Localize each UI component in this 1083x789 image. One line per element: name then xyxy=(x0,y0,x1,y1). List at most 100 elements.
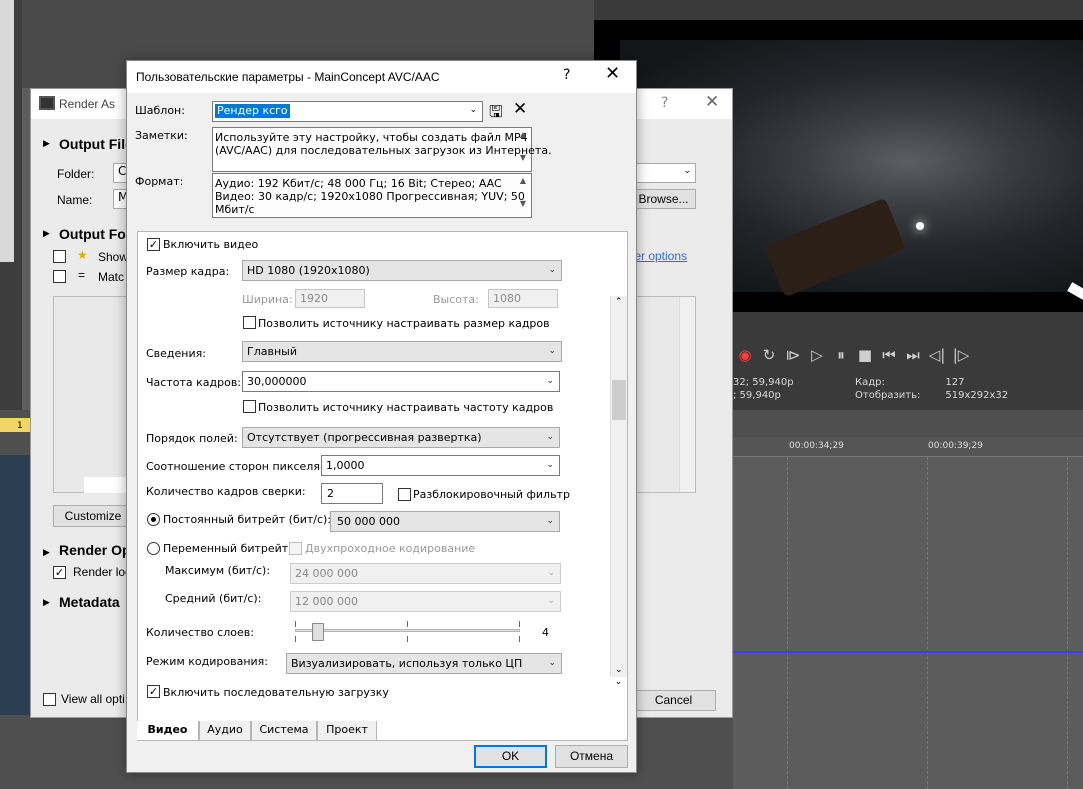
cancel-button[interactable]: Отмена xyxy=(555,745,628,768)
chevron-down-icon: ⌄ xyxy=(469,105,477,115)
slider-tick xyxy=(519,636,520,642)
cbr-radio[interactable] xyxy=(147,513,160,526)
render-loop-checkbox[interactable]: ✓ xyxy=(53,566,66,579)
cbr-dropdown[interactable]: 50 000 000 ⌄ xyxy=(330,511,560,532)
width-field[interactable]: 1920 xyxy=(295,289,365,308)
pause-icon[interactable]: ⏸ xyxy=(829,346,853,364)
avg-bitrate-label: Средний (бит/с): xyxy=(165,592,262,605)
timeline-gridline xyxy=(927,457,928,789)
pixel-aspect-label: Соотношение сторон пикселя: xyxy=(146,460,324,473)
progressive-download-checkbox[interactable]: ✓ xyxy=(147,685,160,698)
max-bitrate-dropdown[interactable]: 24 000 000 ⌄ xyxy=(290,563,561,584)
two-pass-checkbox[interactable] xyxy=(289,542,302,555)
slices-label: Количество слоев: xyxy=(146,626,254,639)
format-scrollbar[interactable]: ▲ ▼ xyxy=(515,174,531,217)
next-frame-icon[interactable]: ⏭ xyxy=(901,346,925,364)
save-template-icon[interactable]: 🖫 xyxy=(489,101,503,128)
chevron-down-icon[interactable]: ▼ xyxy=(515,199,531,208)
field-order-dropdown[interactable]: Отсутствует (прогрессивная развертка) ⌄ xyxy=(242,427,560,448)
match-label: Matc xyxy=(98,270,125,284)
show-label: Show xyxy=(98,250,129,264)
chevron-up-icon[interactable]: ▲ xyxy=(515,176,531,185)
ruler-time: 00:00:39;29 xyxy=(928,441,983,451)
slices-slider-track[interactable] xyxy=(295,629,520,632)
transport-controls: ◉ ↻ ⧐ ▷ ⏸ ■ ⏮ ⏭ ◁| |▷ xyxy=(733,346,1083,368)
ok-button[interactable]: OK xyxy=(474,745,547,768)
timeline-ruler[interactable]: 00:00:34;29 00:00:39;29 xyxy=(733,437,1083,457)
avg-bitrate-dropdown[interactable]: 12 000 000 ⌄ xyxy=(290,591,561,612)
expand-icon[interactable]: ▶ xyxy=(43,598,50,608)
expand-icon[interactable]: ▶ xyxy=(43,139,50,149)
allow-frame-size-checkbox[interactable] xyxy=(243,316,256,329)
template-label: Шаблон: xyxy=(135,104,185,117)
encode-mode-dropdown[interactable]: Визуализировать, используя только ЦП ⌄ xyxy=(286,653,562,674)
loop-icon[interactable]: ↻ xyxy=(757,346,781,364)
chevron-down-icon[interactable]: ⌄ xyxy=(615,665,623,675)
height-field[interactable]: 1080 xyxy=(488,289,558,308)
chevron-up-icon[interactable]: ▲ xyxy=(515,130,531,139)
close-icon[interactable]: ✕ xyxy=(605,63,620,84)
scrollbar-thumb[interactable] xyxy=(612,380,626,420)
output-file-header[interactable]: Output File xyxy=(59,136,133,152)
profile-dropdown[interactable]: Главный ⌄ xyxy=(242,341,562,362)
tab-project[interactable]: Проект xyxy=(317,721,377,741)
output-format-header[interactable]: Output Fo xyxy=(59,226,126,242)
play-icon[interactable]: ▷ xyxy=(805,346,829,364)
notes-textarea[interactable]: Используйте эту настройку, чтобы создать… xyxy=(212,127,552,172)
left-scrollbar[interactable] xyxy=(0,0,14,262)
format-list-scrollbar[interactable] xyxy=(679,297,695,492)
pixel-aspect-combobox[interactable]: 1,0000 ⌄ xyxy=(321,455,560,476)
chevron-down-icon[interactable]: ▼ xyxy=(515,153,531,162)
notes-scrollbar[interactable]: ▲ ▼ xyxy=(515,128,531,171)
expand-icon[interactable]: ▶ xyxy=(43,548,50,558)
tab-audio[interactable]: Аудио xyxy=(199,721,251,741)
chevron-up-icon[interactable]: ⌃ xyxy=(615,297,623,307)
preview-weapon xyxy=(764,197,906,298)
format-textarea[interactable]: Аудио: 192 Кбит/с; 48 000 Гц; 16 Bit; Ст… xyxy=(212,173,532,218)
tab-system[interactable]: Система xyxy=(251,721,317,741)
help-icon[interactable]: ? xyxy=(661,95,668,111)
progressive-download-label: Включить последовательную загрузку xyxy=(163,686,389,699)
chevron-down-icon: ⌄ xyxy=(546,432,554,442)
show-favorites-checkbox[interactable] xyxy=(53,250,66,263)
prev-marker-icon[interactable]: ◁| xyxy=(925,346,949,364)
play-from-start-icon[interactable]: ⧐ xyxy=(781,346,805,364)
render-as-title: Render As xyxy=(59,97,116,111)
template-combobox[interactable]: Рендер ксго ⌄ xyxy=(212,101,483,122)
deblock-checkbox[interactable] xyxy=(398,488,411,501)
metadata-header[interactable]: Metadata xyxy=(59,594,120,610)
next-marker-icon[interactable]: |▷ xyxy=(949,346,973,364)
vbr-radio[interactable] xyxy=(147,542,160,555)
match-checkbox[interactable] xyxy=(53,270,66,283)
expand-icon[interactable]: ▶ xyxy=(43,229,50,239)
customize-button[interactable]: Customize xyxy=(53,505,133,527)
slider-tick xyxy=(295,621,296,627)
panel-scrollbar[interactable]: ⌃ ⌄ xyxy=(610,296,627,677)
stop-icon[interactable]: ■ xyxy=(853,346,877,364)
close-icon[interactable]: ✕ xyxy=(705,92,719,112)
record-icon[interactable]: ◉ xyxy=(733,346,757,364)
frame-rate-combobox[interactable]: 30,000000 ⌄ xyxy=(242,371,560,392)
timeline-gridline xyxy=(1067,457,1068,789)
prev-frame-icon[interactable]: ⏮ xyxy=(877,346,901,364)
frame-size-label: Размер кадра: xyxy=(146,265,230,278)
view-all-checkbox[interactable] xyxy=(43,693,56,706)
delete-template-icon[interactable]: ✕ xyxy=(513,99,527,119)
folder-dropdown[interactable]: ⌄ xyxy=(631,163,696,183)
render-options-header[interactable]: Render Op xyxy=(59,542,131,558)
allow-frame-rate-checkbox[interactable] xyxy=(243,400,256,413)
timeline-tracks[interactable] xyxy=(733,457,1083,789)
chevron-down-icon[interactable]: ⌄ xyxy=(610,677,627,695)
frame-size-dropdown[interactable]: HD 1080 (1920x1080) ⌄ xyxy=(242,260,562,281)
tab-video[interactable]: Видео xyxy=(137,721,199,741)
cancel-button[interactable]: Cancel xyxy=(631,690,716,711)
slices-value: 4 xyxy=(542,626,549,639)
help-icon[interactable]: ? xyxy=(563,67,570,83)
enable-video-checkbox[interactable]: ✓ xyxy=(147,238,160,251)
chevron-down-icon: ⌄ xyxy=(548,346,556,356)
ref-frames-field[interactable]: 2 xyxy=(321,483,383,504)
view-all-label: View all opti xyxy=(61,692,125,706)
filter-options-link[interactable]: ter options xyxy=(631,249,687,263)
browse-button[interactable]: Browse... xyxy=(631,189,696,209)
slices-slider-thumb[interactable] xyxy=(311,623,324,641)
